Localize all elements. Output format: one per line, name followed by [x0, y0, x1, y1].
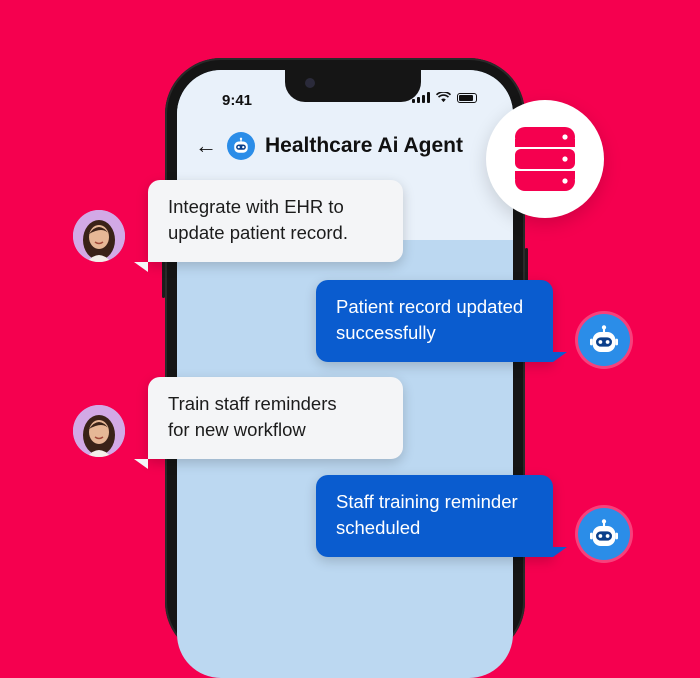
- message-line: update patient record.: [168, 222, 348, 243]
- user-avatar: [73, 405, 125, 457]
- database-icon: [515, 127, 575, 191]
- status-icons: [412, 92, 477, 103]
- bubble-tail: [134, 459, 148, 469]
- wifi-icon: [436, 92, 451, 103]
- bot-avatar: [578, 314, 630, 366]
- chat-message-user: Integrate with EHR to update patient rec…: [148, 180, 403, 262]
- message-line: for new workflow: [168, 419, 306, 440]
- phone-notch: [285, 70, 421, 102]
- bubble-tail: [134, 262, 148, 272]
- database-badge: [486, 100, 604, 218]
- robot-icon: [590, 325, 618, 352]
- user-avatar: [73, 210, 125, 262]
- message-line: successfully: [336, 322, 436, 343]
- message-line: scheduled: [336, 517, 421, 538]
- chat-message-user: Train staff reminders for new workflow: [148, 377, 403, 459]
- chat-message-bot: Staff training reminder scheduled: [316, 475, 553, 557]
- chat-title: Healthcare Ai Agent: [265, 134, 463, 157]
- message-line: Train staff reminders: [168, 393, 337, 414]
- signal-icon: [412, 92, 430, 103]
- bubble-tail: [553, 547, 567, 557]
- robot-icon: [227, 132, 255, 160]
- robot-icon: [590, 519, 618, 546]
- battery-icon: [457, 92, 477, 103]
- phone-screen: 9:41 ← Healthcare Ai Agent: [177, 70, 513, 678]
- status-time: 9:41: [222, 92, 253, 109]
- message-line: Patient record updated: [336, 296, 524, 317]
- bot-avatar: [578, 508, 630, 560]
- camera-icon: [305, 78, 315, 88]
- message-line: Integrate with EHR to: [168, 196, 344, 217]
- bubble-tail: [553, 352, 567, 362]
- chat-header: ← Healthcare Ai Agent: [195, 132, 463, 160]
- message-line: Staff training reminder: [336, 491, 518, 512]
- phone-volume-button: [162, 258, 165, 298]
- arrow-left-icon[interactable]: ←: [195, 135, 217, 157]
- chat-message-bot: Patient record updated successfully: [316, 280, 553, 362]
